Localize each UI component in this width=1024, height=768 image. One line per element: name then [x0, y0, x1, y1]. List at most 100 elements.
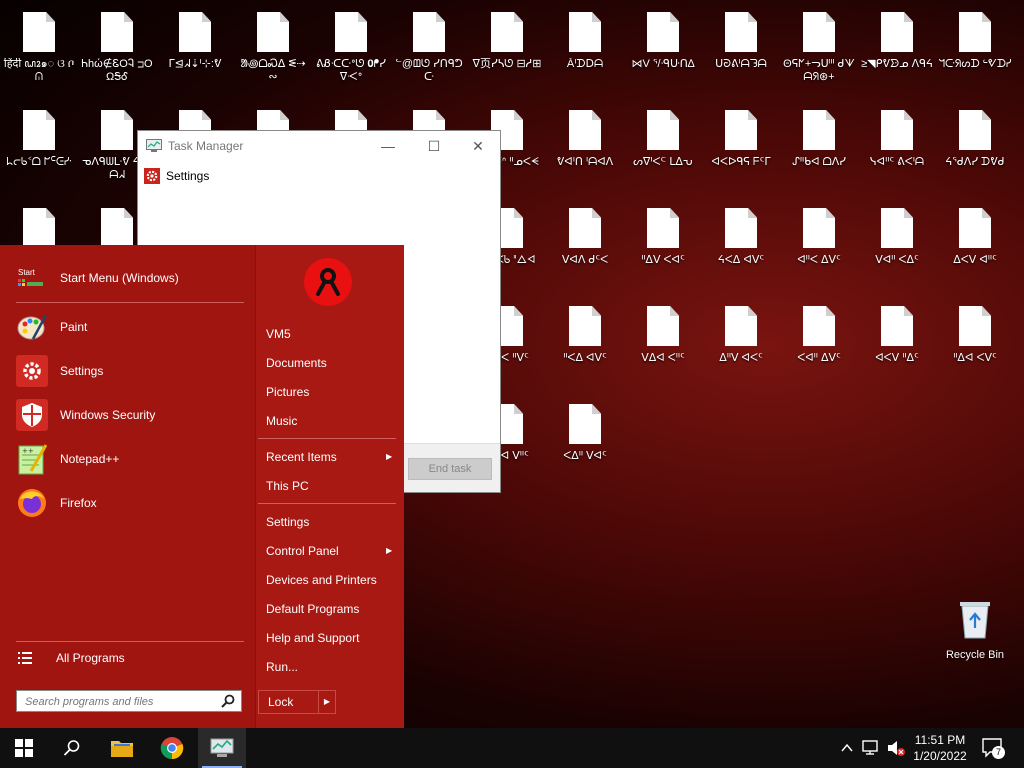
chevron-right-icon[interactable]: ▶ — [318, 691, 335, 713]
desktop-icon-file[interactable]: Ꮒhώ∉ᏋOᎸ ⊐ΟΩᎦᎴ — [78, 4, 156, 100]
menu-item-help-support[interactable]: Help and Support — [266, 631, 359, 645]
desktop-icon-file[interactable]: ᓭᐊᐦᑦ ᕕᐸᑊᗩ — [858, 102, 936, 198]
notification-center-button[interactable]: 7 — [982, 738, 1005, 759]
search-icon[interactable] — [221, 694, 235, 708]
network-icon[interactable] — [862, 740, 880, 756]
menu-item-music[interactable]: Music — [266, 414, 297, 428]
desktop-icon-file[interactable]: ᔦᖁᐱᓯ ᗪᕓᑯ — [936, 102, 1014, 198]
desktop-icon-file[interactable]: ᐊᐦᐸ ᐃᐯᑦ — [780, 200, 858, 296]
desktop-icon-file[interactable]: ᑌᘒᕕᑊᗩᘊᗩ — [702, 4, 780, 100]
chevron-up-icon[interactable] — [840, 741, 854, 755]
user-icon — [316, 268, 340, 296]
volume-muted-icon[interactable] — [886, 739, 906, 757]
start-menu-header[interactable]: Start Start Menu (Windows) — [18, 260, 179, 296]
desktop-icon-file[interactable]: ᓪ@ᗶᘎ ᓯᑎᑫᕤᑢ — [390, 4, 468, 100]
desktop-icon-file[interactable]: ᔕᐁᑊᐸᒼ ᒪᐃᕃ — [624, 102, 702, 198]
taskbar-task-manager[interactable] — [198, 728, 246, 768]
taskbar-file-explorer[interactable] — [98, 728, 146, 768]
desktop-icon-label: ᐃᐦᐯ ᐊᐸᑦ — [719, 352, 763, 364]
menu-item-recent-items[interactable]: Recent Items — [266, 450, 337, 464]
desktop-icon-file[interactable]: ᕕᏰᑡᑢᐤᘎ 𝟎ᖰᓯᐁᑄᐤ — [312, 4, 390, 100]
desktop-icon-file[interactable]: ᐸᐊᐦ ᐃᐯᑦ — [780, 298, 858, 394]
start-app-firefox[interactable]: Firefox — [16, 485, 97, 521]
menu-item-control-panel[interactable]: Control Panel — [266, 544, 339, 558]
desktop-icon-label: ᐯᐃᐊ ᐸᐦᑦ — [641, 352, 685, 364]
desktop-icon-file[interactable]: ᐁ页ᓯᓴᘎ ⊟ᓱ⊞ — [468, 4, 546, 100]
desktop-icon-file[interactable]: ᐊᐸᐅᑫᕋ ᖴᑦᒥ — [702, 102, 780, 198]
desktop-icon-file[interactable]: ᐯᐊᐦ ᐸᐃᑦ — [858, 200, 936, 296]
file-icon — [101, 208, 133, 248]
menu-item-settings[interactable]: Settings — [266, 515, 309, 529]
menu-item-this-pc[interactable]: This PC — [266, 479, 309, 493]
desktop-icon-recycle-bin[interactable]: Recycle Bin — [936, 592, 1014, 688]
desktop-icon-file[interactable]: ᔦᐸᐃ ᐊᐯᑦ — [702, 200, 780, 296]
desktop-icon-file[interactable]: ᐦᐃᐊ ᐸᐯᑦ — [936, 298, 1014, 394]
desktop-icon-file[interactable]: हिंदी ꦝꦴ๑◌ ଓ ቦ ᕬ — [0, 4, 78, 100]
maximize-button[interactable]: ☐ — [416, 135, 452, 157]
start-app-label: Windows Security — [60, 408, 156, 422]
menu-item-documents[interactable]: Documents — [266, 356, 327, 370]
search-button[interactable] — [48, 728, 96, 768]
separator — [16, 641, 244, 642]
start-app-paint[interactable]: Paint — [16, 309, 87, 345]
all-programs-button[interactable]: All Programs — [18, 651, 125, 665]
desktop-icon-file[interactable]: Θᕋᖼ+ᓓᑧᐦ ᑰᗐᗩᖆ⊛+ — [780, 4, 858, 100]
desktop-icon-file[interactable]: ᱟ꩜ᗝᏍᐃ ᓬ⇢∾ — [234, 4, 312, 100]
separator — [258, 438, 396, 439]
desktop-icon-file[interactable]: ᐦᐸᐃ ᐊᐯᑦ — [546, 298, 624, 394]
desktop-icon-label: ᐯᐊᐱ ᑰᑦᐸ — [561, 254, 609, 266]
desktop-icon-file[interactable]: ᐊᐸᐯ ᐦᐃᑦ — [858, 298, 936, 394]
folder-icon — [111, 741, 133, 757]
file-icon — [647, 306, 679, 346]
desktop-icon-file[interactable]: ᐯᐃᐊ ᐸᐦᑦ — [624, 298, 702, 394]
menu-item-run[interactable]: Run... — [266, 660, 298, 674]
desktop-icon-file[interactable]: ᖻᑢᖆᔕᗪ ᓪᕓᗪᓯ — [936, 4, 1014, 100]
desktop-icon-file[interactable]: ᐃᐦᐯ ᐊᐸᑦ — [702, 298, 780, 394]
desktop-icon-file[interactable]: ᐸᐃᐦ ᐯᐊᑦ — [546, 396, 624, 492]
menu-item-pictures[interactable]: Pictures — [266, 385, 309, 399]
desktop-icon-file[interactable]: ᐃᐸᐯ ᐊᐦᑦ — [936, 200, 1014, 296]
close-button[interactable]: ✕ — [460, 135, 496, 157]
minimize-button[interactable]: — — [370, 135, 406, 157]
desktop-icon-label: Ꮒhώ∉ᏋOᎸ ⊐ΟΩᎦᎴ — [81, 58, 153, 83]
task-manager-icon — [210, 738, 234, 757]
clock[interactable]: 11:51 PM 1/20/2022 — [912, 732, 968, 764]
file-icon — [881, 110, 913, 150]
menu-item-default-programs[interactable]: Default Programs — [266, 602, 359, 616]
end-task-button[interactable]: End task — [408, 458, 492, 480]
desktop-icon-label: ᓪ@ᗶᘎ ᓯᑎᑫᕤᑢ — [395, 58, 463, 83]
file-icon — [101, 110, 133, 150]
desktop-icon-file[interactable]: ᐦᐃᐯ ᐸᐊᑦ — [624, 200, 702, 296]
desktop-icon-label: Θᕋᖼ+ᓓᑧᐦ ᑰᗐᗩᖆ⊛+ — [783, 58, 855, 83]
start-button[interactable] — [0, 728, 48, 768]
menu-item-devices-printers[interactable]: Devices and Printers — [266, 573, 377, 587]
start-app-notepad[interactable]: ++ Notepad++ — [16, 441, 119, 477]
desktop-icon-label: ᐦᐸᐃ ᐊᐯᑦ — [563, 352, 607, 364]
menu-item-user[interactable]: VM5 — [266, 327, 291, 341]
desktop-icon-file[interactable]: ᒥ⊴ᖽ⇣ᑊ⊹:ᕓ — [156, 4, 234, 100]
search-input[interactable] — [23, 692, 217, 712]
start-app-windows-security[interactable]: Windows Security — [16, 397, 155, 433]
avatar[interactable] — [304, 258, 352, 306]
start-menu-left-pane: Start Start Menu (Windows) Paint Setting… — [0, 245, 255, 728]
desktop-icon-file[interactable]: ᖺᓕᑲᑉᗝ ᖸᑦᕮᓹ — [0, 102, 78, 198]
file-icon — [803, 208, 835, 248]
start-app-settings[interactable]: Settings — [16, 353, 103, 389]
search-box[interactable] — [16, 690, 242, 712]
desktop-icon-file[interactable]: ≥◥ᑭᕓᗦᓄ ᐱᑫᔦ — [858, 4, 936, 100]
desktop-icon-file[interactable]: ⋈V ᕐ/ᑴᑘᑎ∆ — [624, 4, 702, 100]
desktop-icon-file[interactable]: ᐯᐊᐱ ᑰᑦᐸ — [546, 200, 624, 296]
task-manager-titlebar[interactable]: Task Manager — ☐ ✕ — [138, 131, 500, 161]
file-icon — [569, 110, 601, 150]
desktop-icon-file[interactable]: Ăᑊᗪᗞᗩ — [546, 4, 624, 100]
all-programs-label: All Programs — [56, 651, 125, 665]
process-row-settings[interactable]: Settings — [144, 167, 209, 185]
desktop-icon-label: ≥◥ᑭᕓᗦᓄ ᐱᑫᔦ — [861, 58, 933, 70]
start-app-label: Settings — [60, 364, 104, 378]
taskbar-chrome[interactable] — [148, 728, 196, 768]
file-icon — [959, 306, 991, 346]
desktop-icon-file[interactable]: ᕓᐊᑊᑎ ᑊᗩᐋᐱ — [546, 102, 624, 198]
file-icon — [179, 12, 211, 52]
desktop-icon-file[interactable]: ᔑᐦᑲᐊ ᗝᐱᓯ — [780, 102, 858, 198]
lock-button[interactable]: Lock ▶ — [258, 690, 336, 714]
